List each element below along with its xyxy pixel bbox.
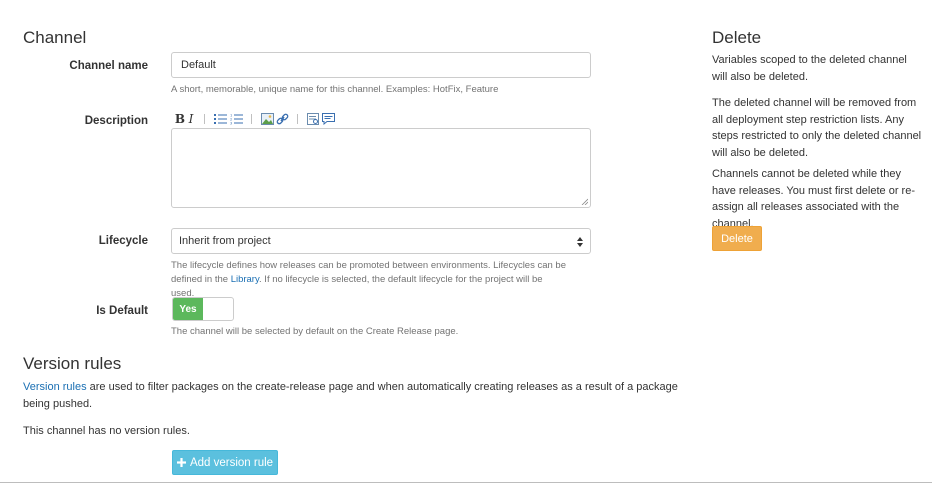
- delete-button[interactable]: Delete: [712, 226, 762, 251]
- plus-icon: [176, 458, 186, 467]
- description-label: Description: [84, 115, 148, 127]
- toolbar-divider: [297, 114, 298, 124]
- version-rules-link[interactable]: Version rules: [23, 381, 87, 393]
- select-updown-icon: [577, 237, 583, 247]
- svg-text:3: 3: [230, 122, 232, 126]
- no-version-rules-text: This channel has no version rules.: [23, 425, 190, 437]
- version-rules-intro-text: are used to filter packages on the creat…: [23, 381, 678, 410]
- help-comment-icon[interactable]: [321, 112, 335, 126]
- toolbar-divider: [204, 114, 205, 124]
- channel-heading: Channel: [23, 28, 87, 47]
- version-rules-heading: Version rules: [23, 354, 122, 373]
- bold-button[interactable]: B: [174, 112, 186, 126]
- channel-name-label: Channel name: [69, 60, 148, 72]
- is-default-help: The channel will be selected by default …: [171, 326, 459, 337]
- lifecycle-select[interactable]: Inherit from project: [171, 228, 591, 254]
- lifecycle-selected-value: Inherit from project: [179, 235, 271, 247]
- library-link[interactable]: Library: [231, 274, 259, 285]
- lifecycle-help: The lifecycle defines how releases can b…: [171, 259, 566, 301]
- add-version-rule-label: Add version rule: [189, 456, 274, 469]
- delete-para-restrictions: The deleted channel will be removed from…: [712, 97, 922, 159]
- lifecycle-label: Lifecycle: [98, 235, 148, 247]
- preview-icon[interactable]: [306, 112, 320, 126]
- numbered-list-icon[interactable]: 1 2 3: [229, 112, 243, 126]
- bullet-list-icon[interactable]: [213, 112, 227, 126]
- channel-name-value: Default: [181, 59, 216, 71]
- description-toolbar: B I 1 2 3: [174, 112, 335, 126]
- version-rules-intro: Version rules are used to filter package…: [23, 379, 683, 412]
- delete-heading: Delete: [712, 28, 762, 47]
- italic-button[interactable]: I: [186, 112, 196, 126]
- toggle-yes: Yes: [173, 298, 203, 320]
- resize-grip-icon[interactable]: [581, 198, 588, 205]
- channel-name-help: A short, memorable, unique name for this…: [171, 84, 499, 95]
- channel-name-input[interactable]: Default: [171, 52, 591, 78]
- delete-para-variables: Variables scoped to the deleted channel …: [712, 54, 907, 83]
- description-textarea[interactable]: [171, 128, 591, 208]
- link-icon[interactable]: [275, 112, 289, 126]
- add-version-rule-button[interactable]: Add version rule: [172, 450, 278, 475]
- image-icon[interactable]: [260, 112, 274, 126]
- is-default-label: Is Default: [96, 305, 148, 317]
- is-default-toggle[interactable]: Yes: [172, 297, 234, 321]
- toolbar-divider: [251, 114, 252, 124]
- delete-para-releases: Channels cannot be deleted while they ha…: [712, 168, 915, 230]
